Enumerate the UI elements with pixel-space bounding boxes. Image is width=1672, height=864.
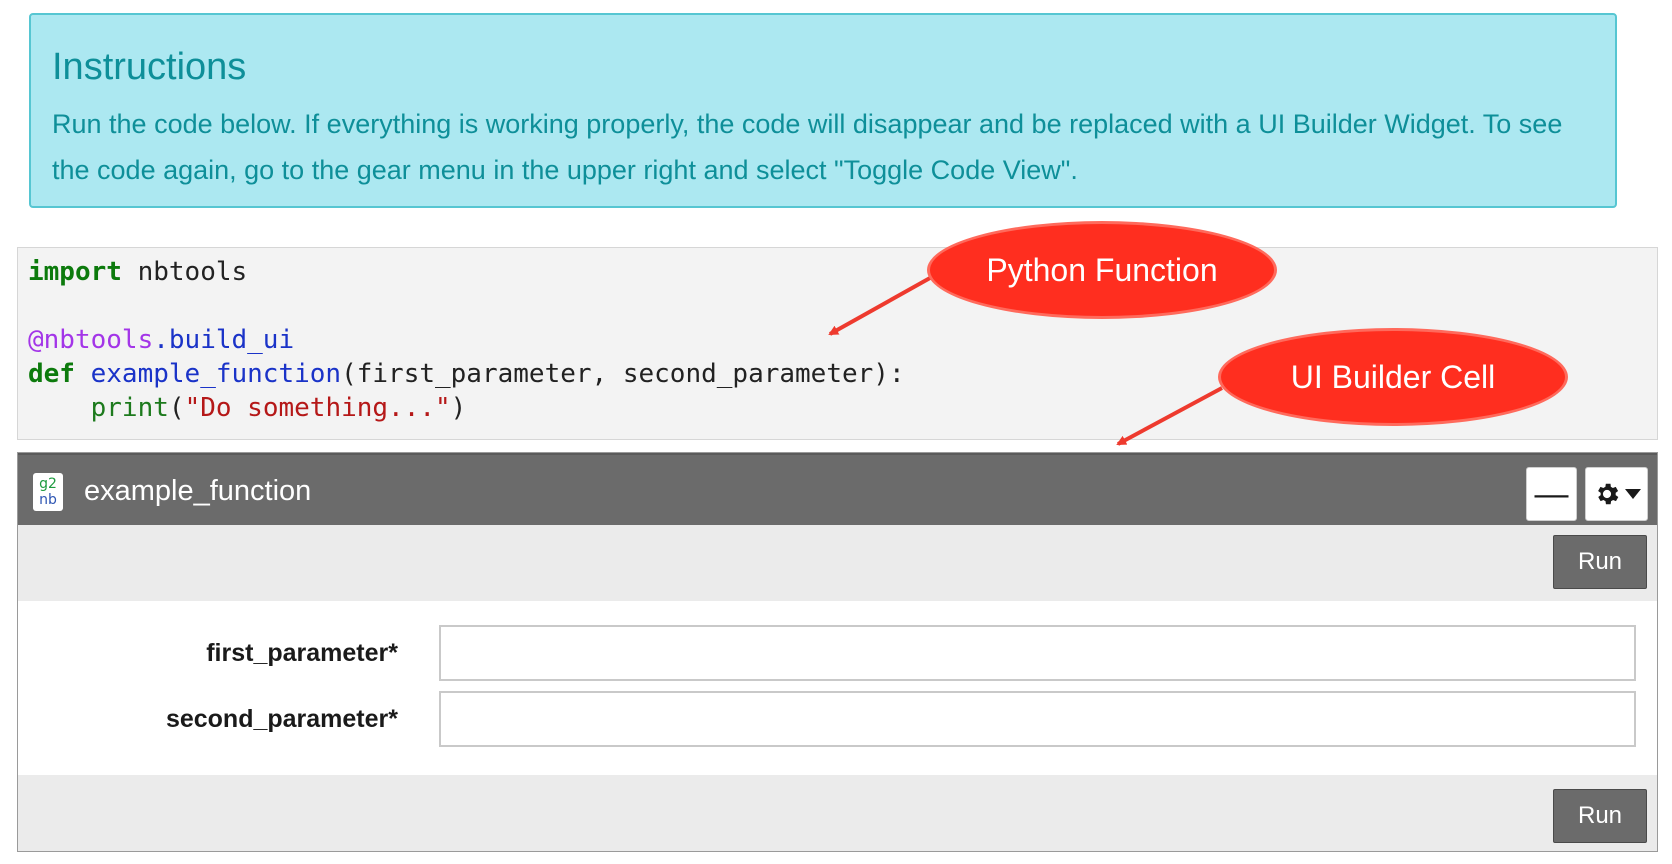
code-function-name: example_function [90,359,342,389]
code-keyword-import: import [28,257,122,287]
callout-ui-builder-cell: UI Builder Cell [1218,328,1568,426]
code-module: nbtools [121,257,248,287]
instructions-body: Run the code below. If everything is wor… [52,109,1563,185]
gear-menu-button[interactable] [1585,467,1648,521]
code-decorator: @nbtools [28,325,154,355]
first-parameter-label: first_parameter* [206,639,398,667]
code-paren-open: ( [168,393,185,423]
run-button-top[interactable]: Run [1553,535,1647,589]
second-parameter-label: second_parameter* [165,705,398,733]
g2nb-logo-icon: g2 nb [33,473,63,511]
parameter-row-second: second_parameter* [18,691,1657,747]
code-paren-close: ) [450,393,467,423]
code-block: import nbtools @nbtools.build_ui def exa… [28,255,905,425]
top-toolbar: Run [18,525,1657,601]
code-builtin-print: print [90,393,169,423]
instructions-panel: Instructions Run the code below. If ever… [29,13,1617,208]
code-function-args: (first_parameter, second_parameter): [341,359,905,389]
code-keyword-def: def [28,359,75,389]
minimize-icon: — [1534,474,1569,513]
caret-down-icon [1624,489,1641,499]
code-string: "Do something..." [184,393,451,423]
widget-header: g2 nb example_function — [18,453,1657,525]
ui-builder-widget: g2 nb example_function — Run first_param… [17,452,1658,852]
gear-icon [1597,483,1618,505]
minimize-button[interactable]: — [1526,467,1577,521]
second-parameter-input[interactable] [439,691,1636,747]
first-parameter-input[interactable] [439,625,1636,681]
instructions-title: Instructions [52,46,247,88]
bottom-toolbar: Run [18,775,1657,851]
parameter-row-first: first_parameter* [18,625,1657,681]
code-decorator-attr: .build_ui [153,325,295,355]
run-button-bottom[interactable]: Run [1553,789,1647,843]
widget-title: example_function [84,475,312,507]
callout-python-function: Python Function [927,221,1277,319]
